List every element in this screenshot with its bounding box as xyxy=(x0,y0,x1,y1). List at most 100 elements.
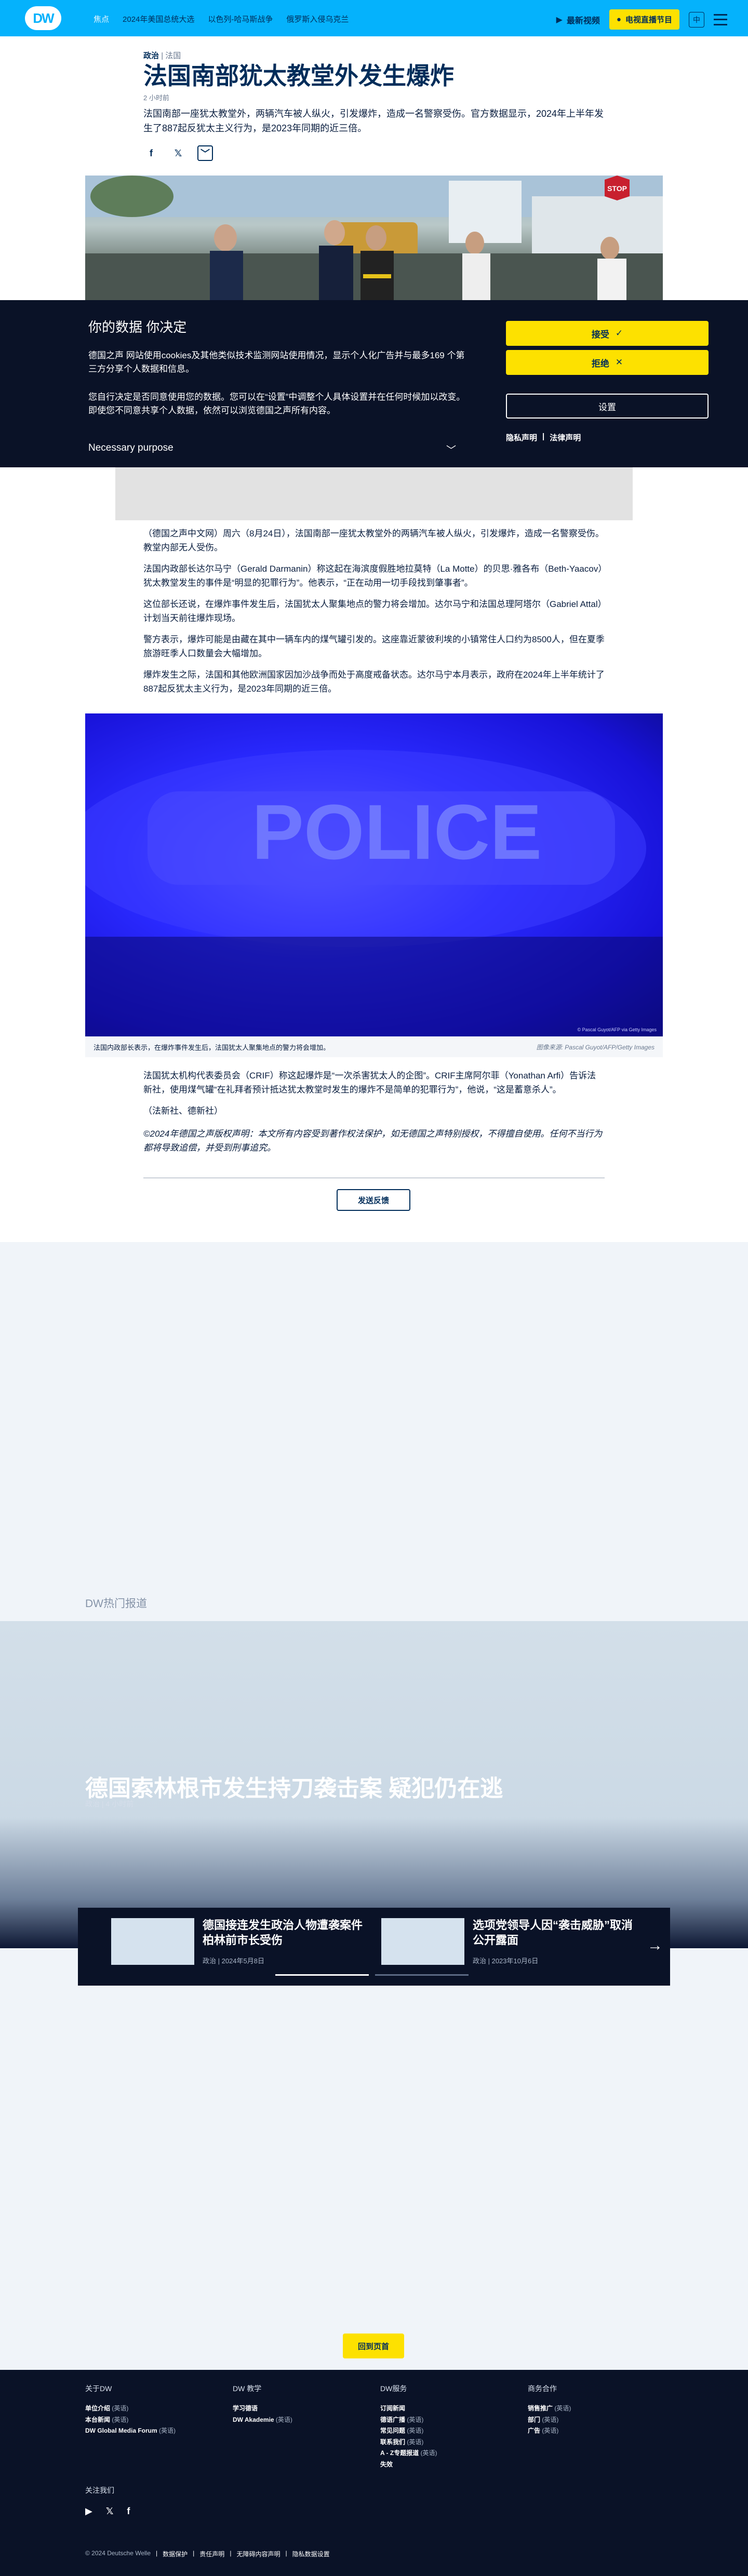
consent-links: 隐私声明 | 法律声明 xyxy=(506,432,581,443)
necessary-purpose-label: Necessary purpose xyxy=(88,442,173,453)
photo-credit-overlay: © Pascal Guyot/AFP via Getty Images xyxy=(577,1027,657,1032)
live-tv-label: 电视直播节目 xyxy=(625,16,672,24)
article-kicker: 政治 | 法国 xyxy=(143,51,181,60)
youtube-icon[interactable]: ▶ xyxy=(85,2506,92,2517)
card-title: 选项党领导人因“袭击威胁”取消公开露面 xyxy=(473,1919,633,1947)
accept-label: 接受 xyxy=(591,329,609,340)
card-thumbnail xyxy=(381,1918,464,1965)
article-paragraph: 法国内政部长达尔马宁（Gerald Darmanin）称这起在海滨度假胜地拉莫特… xyxy=(143,564,603,588)
featured-story-meta: 政治 | 4 小时前 xyxy=(85,1800,134,1808)
consent-text-2: 您自行决定是否同意使用您的数据。您可以在“设置”中调整个人具体设置并在任何时候加… xyxy=(88,392,465,416)
article-paragraph: （法新社、德新社） xyxy=(143,1106,223,1116)
hot-section-title: DW热门报道 xyxy=(85,1598,147,1610)
footer-link[interactable]: 失效 xyxy=(380,2459,515,2471)
police-light-photo: POLICE © Pascal Guyot/AFP via Getty Imag… xyxy=(85,713,663,1036)
footer: 关于DW 单位介绍 (英语) 本台新闻 (英语) DW Global Media… xyxy=(0,2370,748,2576)
card-thumbnail xyxy=(111,1918,194,1965)
carousel-card[interactable]: 选项党领导人因“袭击威胁”取消公开露面 政治 | 2023年10月6日 xyxy=(381,1918,641,1965)
caption-text: 法国内政部长表示，在爆炸事件发生后，法国犹太人聚集地点的警力将会增加。 xyxy=(94,1043,330,1051)
kicker-place[interactable]: 法国 xyxy=(165,51,181,60)
language-button[interactable]: 中 xyxy=(689,11,704,28)
share-bar: f 𝕏 ﹀ xyxy=(143,145,213,161)
article-paragraph: 法国犹太机构代表委员会（CRIF）称这起爆炸是“一次杀害犹太人的企图”。CRIF… xyxy=(143,1071,596,1095)
nav-item-us-election[interactable]: 2024年美国总统大选 xyxy=(123,14,194,24)
top-bar: DW 焦点 2024年美国总统大选 以色列-哈马斯战争 俄罗斯入侵乌克兰 ▶︎ … xyxy=(0,0,748,36)
caption-credit: 图像来源: Pascal Guyot/AFP/Getty Images xyxy=(536,1043,654,1051)
nav-item-ukraine[interactable]: 俄罗斯入侵乌克兰 xyxy=(286,14,349,24)
legal-links: © 2024 Deutsche Welle | 数据保护 | 责任声明 | 无障… xyxy=(85,2550,330,2558)
live-icon: ● xyxy=(616,15,621,24)
latest-video-label: 最新视频 xyxy=(566,16,600,25)
footer-col-title: 关于DW xyxy=(85,2384,112,2393)
footer-col-title: DW服务 xyxy=(380,2384,407,2393)
ad-placeholder xyxy=(115,467,633,520)
footer-link[interactable]: A - Z专题报道 (英语) xyxy=(380,2448,515,2459)
footer-link[interactable]: DW Akademie (英语) xyxy=(233,2415,368,2426)
more-share-icon[interactable]: ﹀ xyxy=(197,145,213,161)
menu-icon[interactable] xyxy=(714,14,727,25)
footer-col-about: 关于DW 单位介绍 (英语) 本台新闻 (英语) DW Global Media… xyxy=(85,2383,220,2437)
kicker-category[interactable]: 政治 xyxy=(143,51,159,60)
close-icon: ✕ xyxy=(615,357,623,367)
article-title: 法国南部犹太教堂外发生爆炸 xyxy=(143,62,454,89)
consent-title: 你的数据 你决定 xyxy=(88,319,187,335)
privacy-link[interactable]: 隐私声明 xyxy=(506,432,537,443)
social-links: ▶ 𝕏 f xyxy=(85,2506,130,2517)
footer-link[interactable]: 销售推广 (英语) xyxy=(528,2403,663,2415)
footer-link[interactable]: 订阅新闻 xyxy=(380,2403,515,2415)
footer-link[interactable]: 广告 (英语) xyxy=(528,2425,663,2437)
article-paragraph: 这位部长还说，在爆炸事件发生后，法国犹太人聚集地点的警力将会增加。达尔马宁和法国… xyxy=(143,599,603,624)
x-icon[interactable]: 𝕏 xyxy=(170,145,186,161)
x-icon[interactable]: 𝕏 xyxy=(106,2506,114,2517)
footer-col-title: DW 教学 xyxy=(233,2384,262,2393)
footer-col-services: DW服务 订阅新闻 德语广播 (英语) 常见问题 (英语) 联系我们 (英语) … xyxy=(380,2383,515,2471)
footer-link[interactable]: 学习德语 xyxy=(233,2403,368,2415)
consent-text-1: 德国之声 网站使用cookies及其他类似技术监测网站使用情况，显示个人化广告并… xyxy=(88,350,465,374)
dw-logo[interactable]: DW xyxy=(25,6,61,30)
article-lead: 法国南部一座犹太教堂外，两辆汽车被人纵火，引发爆炸，造成一名警察受伤。官方数据显… xyxy=(143,109,604,133)
video-icon: ▶︎ xyxy=(556,15,563,24)
footer-link[interactable]: 联系我们 (英语) xyxy=(380,2437,515,2448)
privacy-settings-link[interactable]: 隐私数据设置 xyxy=(292,2550,330,2558)
card-meta: 政治 | 2023年10月6日 xyxy=(473,1957,539,1965)
accept-button[interactable]: 接受 ✓ xyxy=(506,321,709,346)
article-paragraph: 警方表示，爆炸可能是由藏在其中一辆车内的煤气罐引发的。这座靠近蒙彼利埃的小镇常住… xyxy=(143,635,605,659)
arrow-right-icon[interactable]: → xyxy=(647,1937,663,1954)
footer-link[interactable]: 单位介绍 (英语) xyxy=(85,2403,220,2415)
follow-us-label: 关注我们 xyxy=(85,2486,114,2494)
reject-label: 拒绝 xyxy=(591,358,609,369)
data-protection-link[interactable]: 数据保护 xyxy=(163,2550,188,2558)
footer-link[interactable]: 本台新闻 (英语) xyxy=(85,2415,220,2426)
nav-item-israel-hamas[interactable]: 以色列-哈马斯战争 xyxy=(208,14,273,24)
live-tv-button[interactable]: ● 电视直播节目 xyxy=(609,9,679,30)
footer-link[interactable]: 德语广播 (英语) xyxy=(380,2415,515,2426)
reject-button[interactable]: 拒绝 ✕ xyxy=(506,350,709,375)
footer-col-title: 商务合作 xyxy=(528,2384,557,2393)
copyright-notice: ©2024年德国之声版权声明：本文所有内容受到著作权法保护，如无德国之声特别授权… xyxy=(143,1129,603,1153)
top-nav: 焦点 2024年美国总统大选 以色列-哈马斯战争 俄罗斯入侵乌克兰 xyxy=(94,14,349,24)
necessary-purpose-toggle[interactable]: Necessary purpose ﹀ xyxy=(88,442,456,456)
story-carousel: 德国接连发生政治人物遭袭案件 柏林前市长受伤 政治 | 2024年5月8日 选项… xyxy=(78,1908,670,1986)
footer-link[interactable]: DW Global Media Forum (英语) xyxy=(85,2425,220,2437)
footer-link[interactable]: 部门 (英语) xyxy=(528,2415,663,2426)
back-to-top-button[interactable]: 回到页首 xyxy=(343,2334,404,2358)
chevron-down-icon: ﹀ xyxy=(446,445,456,456)
facebook-icon[interactable]: f xyxy=(127,2506,130,2517)
nav-item-focus[interactable]: 焦点 xyxy=(94,14,109,24)
disclaimer-link[interactable]: 责任声明 xyxy=(199,2550,224,2558)
latest-video-link[interactable]: ▶︎ 最新视频 xyxy=(556,14,600,26)
featured-story-title[interactable]: 德国索林根市发生持刀袭击案 疑犯仍在逃 xyxy=(85,1770,503,1803)
article-paragraph: （德国之声中文网）周六（8月24日），法国南部一座犹太教堂外的两辆汽车被人纵火，… xyxy=(143,529,604,553)
police-word: POLICE xyxy=(252,788,542,875)
settings-button[interactable]: 设置 xyxy=(506,394,709,419)
send-feedback-button[interactable]: 发送反馈 xyxy=(337,1189,410,1211)
footer-col-business: 商务合作 销售推广 (英语) 部门 (英语) 广告 (英语) xyxy=(528,2383,663,2437)
carousel-card[interactable]: 德国接连发生政治人物遭袭案件 柏林前市长受伤 政治 | 2024年5月8日 xyxy=(111,1918,371,1965)
photo-caption: 法国内政部长表示，在爆炸事件发生后，法国犹太人聚集地点的警力将会增加。 图像来源… xyxy=(85,1036,663,1057)
facebook-icon[interactable]: f xyxy=(143,145,159,161)
accessibility-link[interactable]: 无障碍内容声明 xyxy=(236,2550,280,2558)
svg-text:STOP: STOP xyxy=(607,184,627,193)
footer-link[interactable]: 常见问题 (英语) xyxy=(380,2425,515,2437)
legal-link[interactable]: 法律声明 xyxy=(550,432,581,443)
article-paragraph: 爆炸发生之际，法国和其他欧洲国家因加沙战争而处于高度戒备状态。达尔马宁本月表示，… xyxy=(143,670,605,694)
